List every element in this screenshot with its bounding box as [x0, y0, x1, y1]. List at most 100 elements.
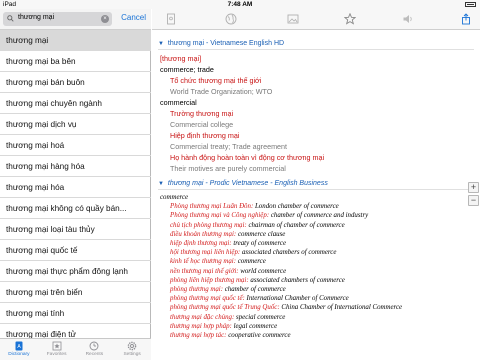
phrase-en: London chamber of commerce: [254, 203, 339, 211]
list-item[interactable]: thương mại hoá: [0, 135, 151, 156]
status-bar: iPad 7:48 AM: [0, 0, 480, 9]
phrase-en: chairman of chamber of commerce: [248, 221, 345, 229]
clear-search-icon[interactable]: ×: [101, 15, 109, 23]
collapse-triangle-icon: ▼: [158, 41, 164, 47]
phrase-en: associated chambers of commerce: [250, 276, 345, 284]
collapse-triangle-icon: ▼: [158, 181, 164, 187]
phrase-vi: hiệp định thương mại:: [170, 240, 232, 248]
phrase-row: kinh tế học thương mại: commerce: [160, 257, 474, 266]
entry-word: thương mại: [167, 180, 204, 187]
tab-label: Favorites: [46, 352, 67, 357]
tab-settings[interactable]: Settings: [113, 339, 151, 360]
star-icon[interactable]: [344, 13, 356, 25]
list-item[interactable]: thương mại loại tàu thủy: [0, 219, 151, 240]
share-icon[interactable]: [460, 13, 472, 25]
phrase-row: nền thương mại thế giới: world commerce: [160, 267, 474, 276]
phrase-vi: phòng thương mại quốc tế:: [170, 295, 245, 303]
speaker-icon[interactable]: [402, 13, 414, 25]
globe-icon[interactable]: [225, 13, 237, 25]
phrase-vi: Phòng thương mại Luân Đôn:: [170, 203, 254, 211]
divider: [158, 189, 474, 190]
results-list: thương mại thương mại ba bên thương mại …: [0, 30, 151, 340]
phrase-row: phòng thương mại quốc tế Trung Quốc: Chi…: [160, 303, 474, 312]
phrase-en: cooperative commerce: [228, 332, 291, 340]
entry-header-business[interactable]: ▼ thương mại - Prodic Vietnamese - Engli…: [158, 180, 474, 187]
phrase-row: hiệp định thương mại: treaty of commerce: [160, 239, 474, 248]
cancel-button[interactable]: Cancel: [121, 13, 146, 22]
word-list-panel: thương mại × Cancel thương mại thương mạ…: [0, 9, 151, 360]
tab-dictionary[interactable]: A Dictionary: [0, 339, 38, 360]
phrase-vi: nền thương mại thế giới:: [170, 267, 239, 275]
phrase-en: chamber of commerce: [224, 286, 286, 294]
phrase-row: Phòng thương mại và Công nghiệp: chamber…: [160, 211, 474, 220]
phrase-en: China Chamber of International Commerce: [281, 304, 403, 312]
example-vi: Hiệp định thương mại: [170, 131, 240, 140]
phrase-row: thương mại hợp tác: cooperative commerce: [160, 331, 474, 340]
phrase-en: chamber of commerce and industry: [270, 212, 369, 220]
example-vi: Tổ chức thương mại thế giới: [170, 76, 262, 85]
entry-body-business: commerce Phòng thương mại Luân Đôn: Lond…: [158, 193, 474, 340]
phrase-en: special commerce: [236, 313, 286, 321]
tab-bar: A Dictionary Favorites Recents Settings: [0, 338, 151, 360]
tab-label: Settings: [123, 352, 141, 357]
phrase-row: thương mại hợp pháp: legal commerce: [160, 322, 474, 331]
zoom-out-button[interactable]: −: [468, 195, 479, 206]
phrase-row: thương mại đặc chủng: special commerce: [160, 313, 474, 322]
meaning-heading: commercial: [160, 98, 197, 107]
recents-icon: [89, 341, 99, 351]
search-bar: thương mại × Cancel: [0, 9, 151, 30]
definition-panel: ▼ thương mại - Vietnamese English HD [th…: [152, 9, 480, 360]
entry-header-hd[interactable]: ▼ thương mại - Vietnamese English HD: [158, 40, 474, 47]
search-icon: [7, 15, 14, 22]
list-item[interactable]: thương mại không có quầy bán...: [0, 198, 151, 219]
phrase-row: chủ tịch phòng thương mại: chairman of c…: [160, 221, 474, 230]
list-item[interactable]: thương mại quốc tế: [0, 240, 151, 261]
list-item[interactable]: thương mại hóa: [0, 177, 151, 198]
phrase-vi: điều khoản thương mại:: [170, 230, 237, 238]
favorites-icon: [52, 341, 62, 351]
list-item[interactable]: thương mại ba bên: [0, 51, 151, 72]
phrase-vi: phòng liên hiệp thương mại:: [170, 276, 249, 284]
phrase-vi: thương mại đặc chủng:: [170, 313, 235, 321]
list-item[interactable]: thương mại thực phẩm đông lạnh: [0, 261, 151, 282]
list-item[interactable]: thương mại trên biển: [0, 282, 151, 303]
list-item[interactable]: thương mại dịch vụ: [0, 114, 151, 135]
phrase-vi: phòng thương mại quốc tế Trung Quốc:: [170, 304, 280, 312]
zoom-in-button[interactable]: +: [468, 182, 479, 193]
status-time: 7:48 AM: [227, 1, 253, 8]
phrase-en: treaty of commerce: [233, 240, 287, 248]
example-vi: Họ hành động hoàn toàn vì động cơ thương…: [170, 153, 325, 162]
phrase-en: commerce clause: [237, 230, 286, 238]
meaning-heading: commerce: [160, 194, 189, 201]
list-item[interactable]: thương mại hàng hóa: [0, 156, 151, 177]
example-en: Their motives are purely commercial: [170, 164, 286, 173]
phrase-en: associated chambers of commerce: [241, 249, 337, 257]
definition-content: ▼ thương mại - Vietnamese English HD [th…: [152, 30, 480, 360]
part-of-speech: [thương mại]: [160, 54, 202, 63]
phrase-vi: hội thương mại liên hiệp:: [170, 249, 241, 257]
list-item[interactable]: thương mại: [0, 30, 151, 51]
list-item[interactable]: thương mại bán buôn: [0, 72, 151, 93]
card-icon[interactable]: [165, 13, 177, 25]
phrase-row: phòng liên hiệp thương mại: associated c…: [160, 276, 474, 285]
phrase-row: phòng thương mại quốc tế: International …: [160, 294, 474, 303]
tab-favorites[interactable]: Favorites: [38, 339, 76, 360]
tab-label: Dictionary: [8, 352, 30, 357]
phrase-row: hội thương mại liên hiệp: associated cha…: [160, 248, 474, 257]
tab-recents[interactable]: Recents: [76, 339, 114, 360]
phrase-vi: chủ tịch phòng thương mại:: [170, 221, 247, 229]
dictionary-icon: A: [15, 341, 23, 351]
dictionary-source: Vietnamese English HD: [210, 40, 285, 47]
phrase-en: world commerce: [240, 267, 287, 275]
phrase-vi: kinh tế học thương mại:: [170, 258, 236, 266]
image-icon[interactable]: [287, 13, 299, 25]
phrase-row: Phòng thương mại Luân Đôn: London chambe…: [160, 202, 474, 211]
list-item[interactable]: thương mại chuyên ngành: [0, 93, 151, 114]
entry-word: thương mại: [167, 40, 205, 47]
phrase-en: International Chamber of Commerce: [246, 295, 349, 303]
entry-body-hd: [thương mại] commerce; trade Tổ chức thư…: [158, 53, 474, 174]
search-query: thương mại: [18, 14, 55, 21]
example-en: Commercial treaty; Trade agreement: [170, 142, 288, 151]
search-input[interactable]: thương mại ×: [3, 12, 112, 26]
list-item[interactable]: thương mại tính: [0, 303, 151, 324]
